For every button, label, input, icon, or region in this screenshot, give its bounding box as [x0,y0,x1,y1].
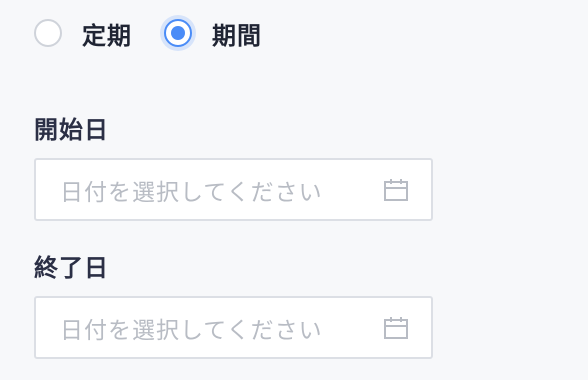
start-date-label: 開始日 [34,116,109,144]
radio-button-regular[interactable] [34,19,62,47]
radio-option-regular[interactable]: 定期 [34,16,132,51]
radio-label-regular[interactable]: 定期 [82,16,132,51]
radio-button-period[interactable] [164,19,192,47]
radio-label-period[interactable]: 期間 [212,16,262,51]
period-type-radio-group: 定期 期間 [34,14,262,52]
calendar-icon[interactable] [383,316,409,340]
calendar-icon[interactable] [383,178,409,202]
radio-option-period[interactable]: 期間 [164,16,262,51]
start-date-input[interactable]: 日付を選択してください [34,158,433,221]
start-date-placeholder: 日付を選択してください [60,179,323,206]
end-date-label: 終了日 [34,254,109,282]
end-date-placeholder: 日付を選択してください [60,317,323,344]
end-date-input[interactable]: 日付を選択してください [34,296,433,359]
